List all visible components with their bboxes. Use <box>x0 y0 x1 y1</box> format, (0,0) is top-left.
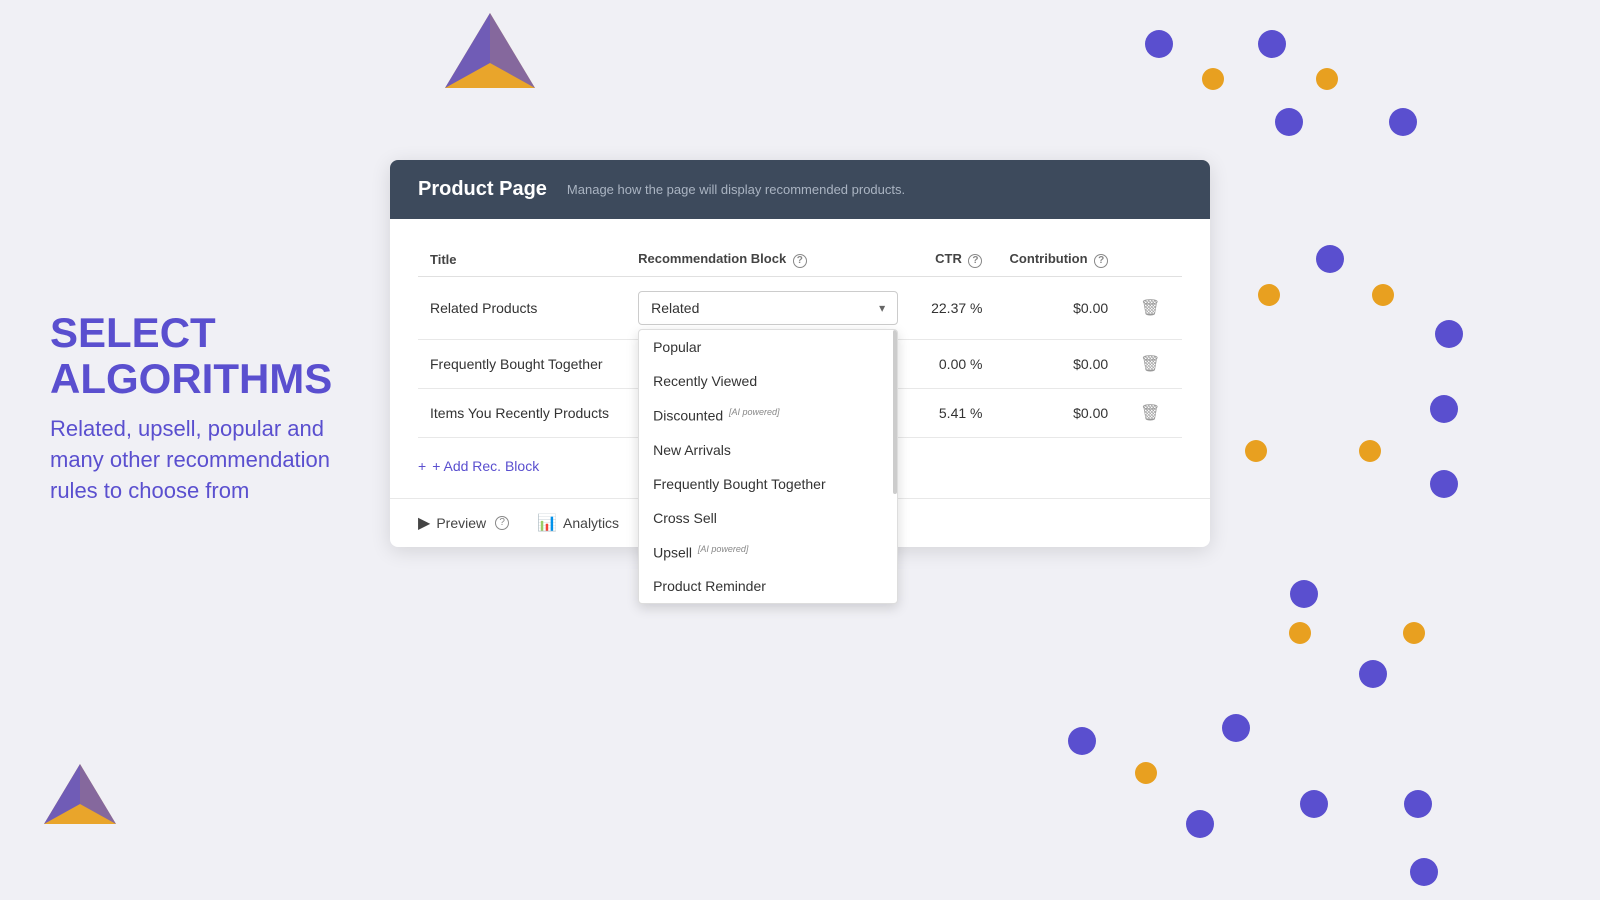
analytics-icon: 📊 <box>537 513 557 533</box>
card-body: Title Recommendation Block ? CTR ? Contr… <box>390 219 1210 498</box>
decorative-dot <box>1289 622 1311 644</box>
decorative-dot <box>1222 714 1250 742</box>
decorative-dot <box>1316 245 1344 273</box>
dropdown-selected-value: Related <box>651 300 699 316</box>
row3-title: Items You Recently Products <box>418 389 626 438</box>
rec-block-help-icon[interactable]: ? <box>793 254 807 268</box>
decorative-dot <box>1316 68 1338 90</box>
add-rec-block-label: + Add Rec. Block <box>432 458 539 474</box>
dropdown-item-product-reminder[interactable]: Product Reminder <box>639 569 897 603</box>
delete-row2-button[interactable]: 🗑 <box>1132 352 1168 377</box>
row1-rec-block: Related ▾ Popular Recently Viewed <box>626 277 917 340</box>
row3-contribution: $0.00 <box>994 389 1120 438</box>
left-text-block: SELECT ALGORITHMS Related, upsell, popul… <box>50 310 350 507</box>
row3-ctr: 5.41 % <box>917 389 994 438</box>
table-row: Related Products Related ▾ Popular <box>418 277 1182 340</box>
decorative-dot <box>1403 622 1425 644</box>
add-icon: + <box>418 458 426 474</box>
decorative-dot <box>1135 762 1157 784</box>
preview-action[interactable]: ▶ Preview ? <box>418 513 509 533</box>
decorative-dot <box>1435 320 1463 348</box>
analytics-label: Analytics <box>563 515 619 531</box>
preview-help-icon[interactable]: ? <box>495 516 509 530</box>
ai-badge-upsell: [AI powered] <box>698 544 749 554</box>
col-title: Title <box>418 243 626 277</box>
logo-top <box>440 8 540 108</box>
dropdown-menu: Popular Recently Viewed Discounted [AI p… <box>638 329 898 604</box>
decorative-dot <box>1290 580 1318 608</box>
decorative-dot <box>1430 395 1458 423</box>
decorative-dot <box>1068 727 1096 755</box>
decorative-dot <box>1359 660 1387 688</box>
decorative-dot <box>1258 284 1280 306</box>
dropdown-item-frequently-bought[interactable]: Frequently Bought Together <box>639 467 897 501</box>
col-rec-block: Recommendation Block ? <box>626 243 917 277</box>
decorative-dot <box>1359 440 1381 462</box>
decorative-dot <box>1404 790 1432 818</box>
col-actions <box>1120 243 1182 277</box>
heading-description: Related, upsell, popular and many other … <box>50 414 350 506</box>
preview-label: Preview <box>436 515 486 531</box>
card-header: Product Page Manage how the page will di… <box>390 160 1210 219</box>
dropdown-wrapper: Related ▾ Popular Recently Viewed <box>638 291 898 325</box>
recommendations-table: Title Recommendation Block ? CTR ? Contr… <box>418 243 1182 438</box>
row2-contribution: $0.00 <box>994 340 1120 389</box>
decorative-dot <box>1300 790 1328 818</box>
card-title: Product Page <box>418 178 547 201</box>
heading-select: SELECT <box>50 309 216 356</box>
dropdown-item-upsell[interactable]: Upsell [AI powered] <box>639 535 897 570</box>
heading-algorithms: ALGORITHMS <box>50 355 332 402</box>
row1-title: Related Products <box>418 277 626 340</box>
delete-row3-button[interactable]: 🗑 <box>1132 401 1168 426</box>
logo-bottom-left <box>40 760 120 840</box>
decorative-dot <box>1245 440 1267 462</box>
dropdown-item-popular[interactable]: Popular <box>639 330 897 364</box>
chevron-down-icon: ▾ <box>879 301 885 315</box>
scrollbar-hint <box>893 330 897 494</box>
decorative-dot <box>1372 284 1394 306</box>
ai-badge-discounted: [AI powered] <box>729 407 780 417</box>
decorative-dot <box>1202 68 1224 90</box>
row3-actions: 🗑 <box>1120 389 1182 438</box>
decorative-dot <box>1258 30 1286 58</box>
dropdown-item-cross-sell[interactable]: Cross Sell <box>639 501 897 535</box>
decorative-dot <box>1410 858 1438 886</box>
dropdown-item-recently-viewed[interactable]: Recently Viewed <box>639 364 897 398</box>
analytics-action[interactable]: 📊 Analytics <box>537 513 619 533</box>
row1-actions: 🗑 <box>1120 277 1182 340</box>
decorative-dot <box>1389 108 1417 136</box>
col-ctr: CTR ? <box>917 243 994 277</box>
dropdown-item-new-arrivals[interactable]: New Arrivals <box>639 433 897 467</box>
dropdown-item-discounted[interactable]: Discounted [AI powered] <box>639 398 897 433</box>
decorative-dot <box>1275 108 1303 136</box>
decorative-dot <box>1145 30 1173 58</box>
dropdown-trigger[interactable]: Related ▾ <box>638 291 898 325</box>
delete-row1-button[interactable]: 🗑 <box>1132 296 1168 321</box>
card-subtitle: Manage how the page will display recomme… <box>567 182 905 197</box>
decorative-dot <box>1186 810 1214 838</box>
ctr-help-icon[interactable]: ? <box>968 254 982 268</box>
row1-contribution: $0.00 <box>994 277 1120 340</box>
row2-title: Frequently Bought Together <box>418 340 626 389</box>
row2-actions: 🗑 <box>1120 340 1182 389</box>
col-contribution: Contribution ? <box>994 243 1120 277</box>
play-icon: ▶ <box>418 513 430 533</box>
decorative-dot <box>1430 470 1458 498</box>
contribution-help-icon[interactable]: ? <box>1094 254 1108 268</box>
row1-ctr: 22.37 % <box>917 277 994 340</box>
row2-ctr: 0.00 % <box>917 340 994 389</box>
main-card: Product Page Manage how the page will di… <box>390 160 1210 547</box>
